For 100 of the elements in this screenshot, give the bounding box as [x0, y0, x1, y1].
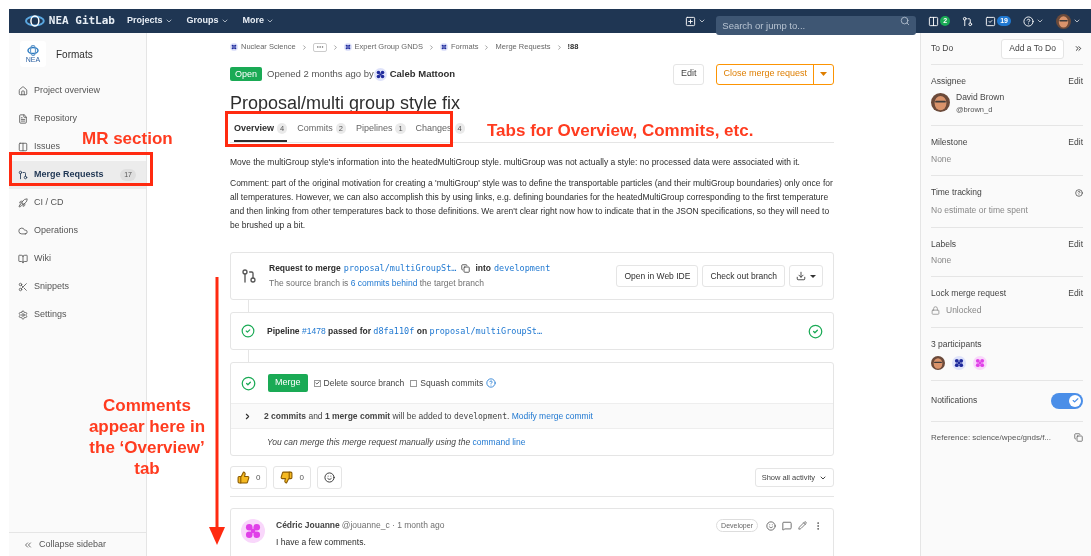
pipeline-link[interactable]: #1478 — [301, 325, 326, 336]
sidebar-item[interactable]: Project overview — [9, 77, 111, 105]
branch-link[interactable]: proposal/multiGroupSt… — [429, 325, 543, 336]
checkbox[interactable] — [313, 379, 321, 387]
edit-link[interactable]: Edit — [1068, 75, 1083, 88]
notifications-label: Notifications — [931, 394, 978, 407]
sidebar-item[interactable]: Snippets — [9, 273, 80, 301]
command-line-link[interactable]: command line — [472, 435, 526, 449]
open-web-ide-button[interactable]: Open in Web IDE — [616, 265, 699, 287]
source-branch-status: The source branch is 6 commits behind the target branch — [269, 277, 485, 290]
caret-icon — [1073, 17, 1081, 25]
add-todo-button[interactable]: Add a To Do — [1001, 38, 1064, 59]
download-button[interactable] — [789, 265, 823, 287]
commits-summary-text: 2 commits and 1 merge commit will be added to development. Modify merge commit — [264, 409, 593, 423]
breadcrumb-separator-icon — [483, 43, 491, 51]
sidebar-item[interactable]: Settings — [9, 301, 77, 329]
caret-icon — [266, 17, 275, 25]
smiley-icon — [323, 472, 335, 483]
author-link[interactable]: Caleb Mattoon — [389, 66, 456, 82]
status-badge: Open — [230, 67, 263, 81]
annotation-label: Comments appear here in the ‘Overview’ tab — [88, 395, 206, 479]
group-avatar — [439, 43, 448, 51]
labels-value: None — [931, 253, 953, 267]
sidebar-item[interactable]: Wiki — [9, 245, 61, 273]
breadcrumb-separator-icon — [331, 43, 339, 51]
help-icon[interactable] — [486, 378, 497, 388]
reply-icon[interactable] — [782, 520, 792, 531]
section-label: Lock merge request — [931, 287, 1007, 300]
award-button[interactable]: 0 — [230, 466, 268, 489]
sidebar-item[interactable]: Issues — [9, 133, 70, 161]
todo-label: To Do — [931, 42, 955, 55]
collapse-sidebar-button[interactable]: Collapse sidebar — [9, 532, 146, 556]
breadcrumb-separator-icon — [555, 43, 563, 51]
success-check-icon[interactable] — [808, 323, 823, 339]
plus-icon — [685, 15, 697, 27]
caret-icon — [810, 274, 816, 278]
check-icon — [314, 380, 320, 386]
issues-icon — [928, 15, 940, 27]
modify-merge-commit-link[interactable]: Modify merge commit — [511, 410, 593, 421]
add-reaction-button[interactable] — [316, 466, 342, 489]
book-icon — [18, 254, 28, 264]
checkbox[interactable] — [410, 379, 418, 387]
checkbox-label: Delete source branch — [323, 376, 405, 390]
comment-author[interactable]: Cédric Jouanne — [276, 519, 340, 532]
award-button[interactable]: 0 — [273, 466, 311, 489]
check-out-branch-button[interactable]: Check out branch — [702, 265, 785, 287]
scissors-icon — [18, 282, 28, 292]
breadcrumb-separator-icon — [427, 43, 435, 51]
comment-meta: @jouanne_c · 1 month ago — [341, 519, 445, 532]
home-icon — [18, 86, 28, 96]
thumbs-down-icon — [280, 471, 294, 484]
caret-icon — [698, 17, 707, 25]
target-branch-link[interactable]: development — [493, 262, 551, 275]
project-name[interactable]: Formats — [56, 46, 93, 62]
nav-menu[interactable]: Groups — [186, 14, 229, 28]
issues-icon — [18, 142, 28, 152]
milestone-value: None — [931, 152, 953, 166]
merge-request-icon — [241, 268, 257, 284]
commits-behind-link[interactable]: 6 commits behind — [350, 278, 418, 288]
copy-icon[interactable] — [1074, 433, 1083, 442]
opened-text: Opened 2 months ago by — [267, 66, 374, 81]
participant-avatar — [952, 355, 966, 370]
copy-icon[interactable] — [461, 264, 471, 274]
expand-chevron-icon[interactable] — [243, 411, 252, 421]
smiley-icon[interactable] — [766, 520, 776, 531]
user-avatar — [1056, 13, 1071, 29]
logo-icon — [25, 15, 45, 27]
help-icon[interactable] — [1075, 188, 1083, 197]
section-label: Time tracking — [931, 186, 982, 199]
sidebar-item[interactable]: CI / CD — [9, 189, 74, 217]
edit-link[interactable]: Edit — [1068, 287, 1083, 300]
source-branch-link[interactable]: proposal/multiGroupSt… — [343, 262, 457, 275]
sidebar-item[interactable]: Operations — [9, 217, 89, 245]
gitlab-logo-text[interactable]: NEA GitLab — [48, 12, 115, 30]
breadcrumb-more-button[interactable] — [312, 42, 327, 52]
edit-icon[interactable] — [798, 521, 807, 530]
notifications-toggle[interactable] — [1051, 392, 1083, 409]
edit-link[interactable]: Edit — [1068, 237, 1083, 251]
assignee-name[interactable]: David Brown — [956, 90, 1005, 104]
participant-avatar — [931, 355, 945, 370]
help-icon — [1023, 15, 1034, 27]
new-item-button[interactable] — [685, 15, 707, 27]
edit-link[interactable]: Edit — [1068, 135, 1083, 149]
user-menu-button[interactable] — [1056, 13, 1081, 29]
double-chevron-icon[interactable] — [1074, 44, 1083, 53]
nav-menu[interactable]: More — [242, 14, 275, 28]
lock-status: Unlocked — [946, 304, 982, 317]
merge-request-icon — [18, 170, 28, 180]
nav-menu[interactable]: Projects — [127, 14, 173, 28]
logo-icon — [27, 44, 39, 56]
caret-icon — [820, 72, 827, 76]
commit-sha-link[interactable]: d8fa110f — [373, 325, 415, 336]
success-check-icon — [241, 324, 255, 338]
nav-counter-button[interactable] — [962, 15, 974, 27]
breadcrumb-separator-icon — [300, 43, 308, 51]
help-menu-button[interactable] — [1023, 15, 1044, 27]
edit-button[interactable]: Edit — [672, 63, 705, 85]
section-label: Labels — [931, 237, 957, 251]
search-field[interactable]: Search or jump to... — [716, 15, 917, 35]
into-label: into — [475, 262, 491, 275]
